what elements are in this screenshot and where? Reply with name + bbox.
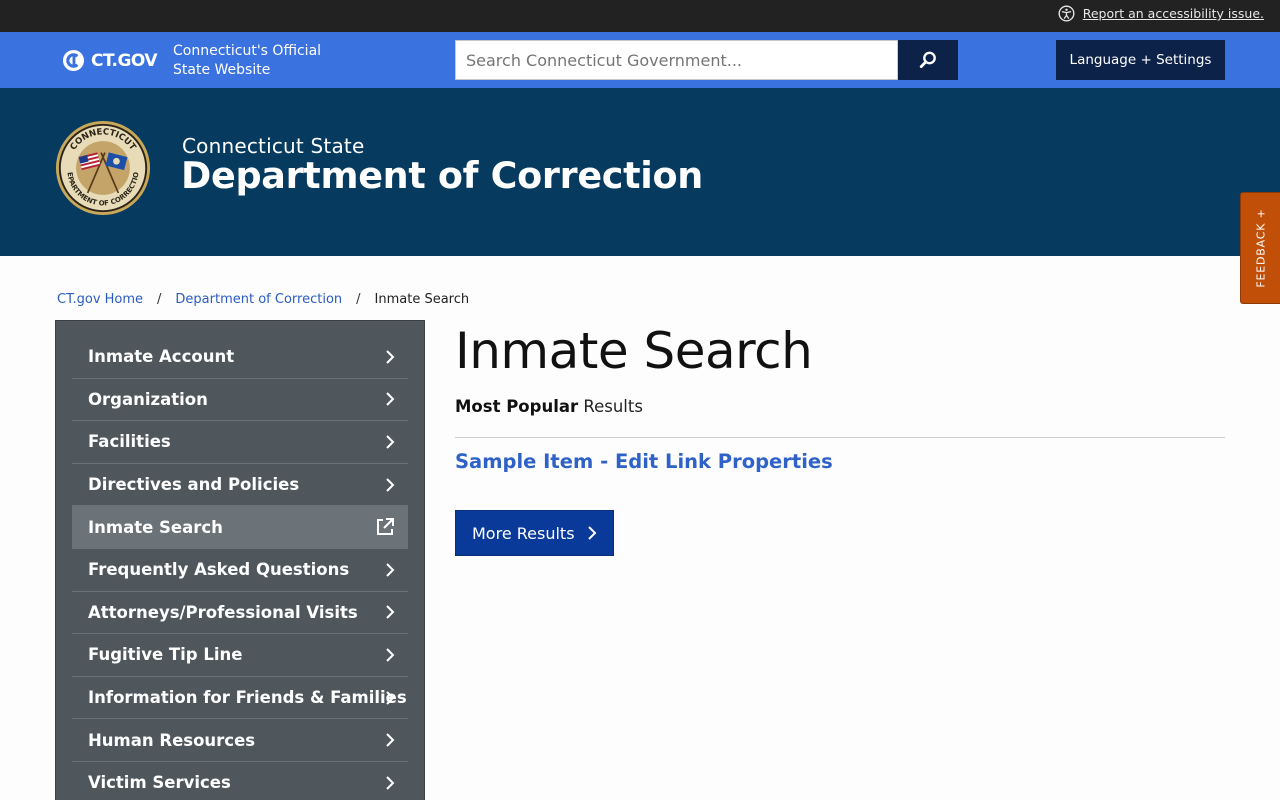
- agency-banner: CONNECTICUT DEPARTMENT OF CORRECTION Con…: [0, 88, 1280, 256]
- sidebar-item-human-resources[interactable]: Human Resources: [72, 719, 408, 762]
- external-link-icon: [377, 518, 394, 536]
- search-icon: [919, 51, 936, 69]
- sidebar-item-directives-policies[interactable]: Directives and Policies: [72, 464, 408, 507]
- chevron-right-icon: [386, 733, 395, 747]
- ctgov-logo[interactable]: CT.GOV: [62, 49, 158, 72]
- more-results-button[interactable]: More Results: [455, 510, 614, 556]
- chevron-right-icon: [386, 392, 395, 407]
- ctgov-tagline: Connecticut's Official State Website: [173, 43, 322, 78]
- sidebar-item-fugitive-tip-line[interactable]: Fugitive Tip Line: [72, 634, 408, 677]
- page-title: Inmate Search: [455, 322, 813, 380]
- sidebar-item-label: Frequently Asked Questions: [88, 560, 350, 580]
- sidebar-item-organization[interactable]: Organization: [72, 379, 408, 422]
- search-input[interactable]: [455, 40, 898, 80]
- accessibility-report-link[interactable]: Report an accessibility issue.: [1058, 5, 1264, 22]
- sidebar-item-friends-families[interactable]: Information for Friends & Families: [72, 677, 408, 720]
- sidebar-item-inmate-account[interactable]: Inmate Account: [72, 336, 408, 379]
- accessibility-icon: [1058, 5, 1075, 22]
- sidebar-nav: Inmate Account Organization Facilities D…: [55, 320, 425, 800]
- sidebar-item-label: Organization: [88, 389, 208, 409]
- divider: [455, 437, 1225, 438]
- sidebar-item-label: Victim Services: [88, 773, 231, 793]
- search-button[interactable]: [898, 40, 958, 80]
- breadcrumb-agency-link[interactable]: Department of Correction: [175, 292, 342, 307]
- sidebar-item-label: Inmate Search: [88, 517, 223, 537]
- chevron-right-icon: [386, 648, 395, 662]
- result-link[interactable]: Sample Item - Edit Link Properties: [455, 450, 833, 473]
- accessibility-link-label: Report an accessibility issue.: [1082, 6, 1264, 21]
- feedback-label: FEEDBACK +: [1254, 208, 1267, 288]
- chevron-right-icon: [386, 350, 395, 364]
- sidebar-item-faq[interactable]: Frequently Asked Questions: [72, 549, 408, 592]
- breadcrumb-separator: /: [356, 292, 361, 307]
- department-seal: CONNECTICUT DEPARTMENT OF CORRECTION: [55, 120, 151, 216]
- chevron-right-icon: [386, 435, 395, 449]
- most-popular-bold: Most Popular: [455, 397, 579, 416]
- breadcrumb-separator: /: [157, 292, 162, 307]
- chevron-right-icon: [587, 526, 596, 540]
- utility-bar: Report an accessibility issue.: [0, 0, 1280, 32]
- language-settings-button[interactable]: Language + Settings: [1056, 40, 1225, 80]
- chevron-right-icon: [386, 690, 395, 705]
- ctgov-logo-text: CT.GOV: [91, 50, 158, 71]
- chevron-right-icon: [386, 477, 395, 492]
- ctgov-bar: CT.GOV Connecticut's Official State Webs…: [0, 32, 1280, 88]
- sidebar-item-label: Human Resources: [88, 730, 256, 750]
- sidebar-item-label: Attorneys/Professional Visits: [88, 602, 358, 622]
- feedback-tab[interactable]: FEEDBACK +: [1240, 192, 1280, 304]
- breadcrumb-home-link[interactable]: CT.gov Home: [57, 292, 143, 307]
- sidebar-item-label: Facilities: [88, 432, 171, 452]
- sidebar-item-label: Inmate Account: [88, 347, 235, 367]
- sidebar-item-label: Information for Friends & Families: [88, 688, 407, 708]
- sidebar-item-label: Directives and Policies: [88, 475, 300, 495]
- sidebar-item-facilities[interactable]: Facilities: [72, 421, 408, 464]
- sidebar-item-label: Fugitive Tip Line: [88, 645, 243, 665]
- sidebar-item-attorneys-visits[interactable]: Attorneys/Professional Visits: [72, 592, 408, 635]
- most-popular-heading: Most Popular Results: [455, 397, 643, 416]
- sidebar-item-victim-services[interactable]: Victim Services: [72, 762, 408, 800]
- ctgov-logo-icon: [62, 49, 85, 72]
- more-results-label: More Results: [472, 523, 575, 543]
- chevron-right-icon: [386, 776, 395, 790]
- breadcrumb: CT.gov Home / Department of Correction /…: [57, 292, 469, 307]
- sidebar-item-inmate-search[interactable]: Inmate Search: [72, 506, 408, 549]
- breadcrumb-current: Inmate Search: [374, 292, 470, 307]
- chevron-right-icon: [386, 605, 395, 620]
- chevron-right-icon: [386, 563, 395, 577]
- most-popular-rest: Results: [578, 397, 643, 416]
- agency-title[interactable]: Department of Correction: [181, 154, 703, 197]
